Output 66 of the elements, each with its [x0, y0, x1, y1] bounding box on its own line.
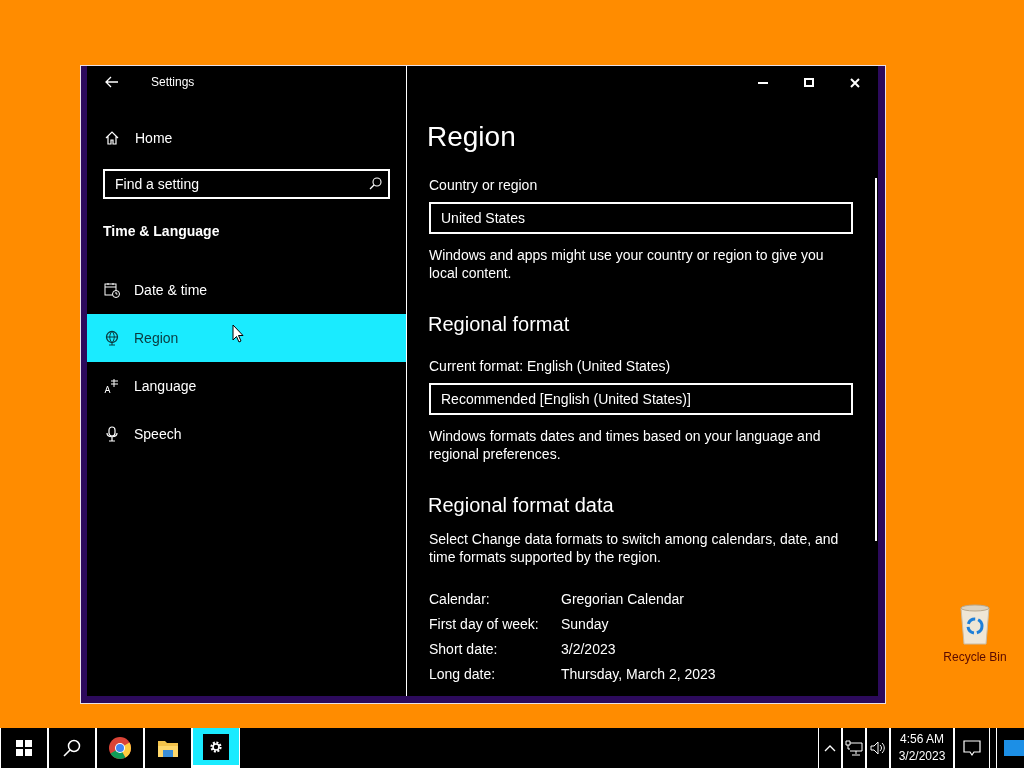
data-value: Sunday [561, 615, 610, 634]
clock-time: 4:56 AM [900, 731, 944, 748]
nav-label: Region [134, 330, 179, 346]
folder-icon [157, 738, 179, 758]
close-icon [850, 77, 860, 88]
search-icon [369, 177, 382, 190]
taskbar-button[interactable] [144, 728, 192, 768]
home-icon [105, 131, 119, 145]
data-label: First day of week: [429, 615, 540, 634]
data-value: Gregorian Calendar [561, 590, 685, 609]
dropdown[interactable]: United States [429, 202, 853, 234]
data-value: 3/2/2023 [561, 640, 617, 659]
field-label: Country or region [429, 176, 538, 195]
scrollbar-thumb[interactable] [875, 178, 877, 541]
section-heading: Regional format data [428, 493, 614, 518]
data-value: Thursday, March 2, 2023 [561, 665, 716, 684]
data-label: Short date: [429, 640, 499, 659]
section-heading: Time & Language [102, 222, 221, 241]
nav-label: Speech [134, 426, 182, 442]
speaker-icon [870, 741, 886, 755]
description-text: Select Change data formats to switch among calendars, date, and time formats supported by the region. [429, 530, 840, 566]
taskbar-button[interactable] [96, 728, 144, 768]
volume-button[interactable] [866, 728, 890, 768]
notifications-button[interactable] [954, 728, 990, 768]
network-icon [845, 740, 863, 756]
mouse-cursor-icon [232, 324, 244, 343]
taskbar-button[interactable] [0, 728, 48, 768]
page-title: Region [427, 120, 516, 154]
dropdown[interactable]: Recommended [English (United States)] [429, 383, 853, 415]
nav-label: Language [134, 378, 197, 394]
windows-logo-icon [16, 740, 32, 756]
data-label: Calendar: [429, 590, 491, 609]
show-desktop-button[interactable] [996, 728, 1024, 768]
field-label: Current format: English (United States) [429, 357, 671, 376]
taskbar-button[interactable] [192, 728, 240, 768]
home-label: Home [135, 130, 173, 146]
search-field[interactable]: Find a setting [103, 169, 390, 199]
chrome-icon [108, 736, 132, 760]
show-hidden-icons-button[interactable] [818, 728, 842, 768]
chevron-up-icon [824, 744, 836, 752]
nav-label: Date & time [134, 282, 208, 298]
clock-button[interactable]: 4:56 AM 3/2/2023 [890, 728, 954, 768]
monitor-icon [1004, 740, 1024, 756]
window-title: Settings [151, 75, 195, 89]
description-text: Windows formats dates and times based on your language and regional preferences. [429, 427, 822, 463]
desktop-icon-label[interactable]: Recycle Bin [943, 650, 1007, 664]
section-heading: Regional format [428, 312, 570, 337]
data-label: Long date: [429, 665, 497, 684]
nav-item[interactable]: Speech [87, 410, 406, 458]
globe-icon [104, 330, 120, 346]
taskbar-button[interactable] [48, 728, 96, 768]
nav-item[interactable]: Language [87, 362, 406, 410]
clock-date: 3/2/2023 [898, 748, 946, 765]
network-button[interactable] [842, 728, 866, 768]
maximize-icon [804, 77, 814, 88]
back-arrow-icon [105, 76, 119, 88]
character-icon [104, 378, 120, 394]
microphone-icon [104, 426, 120, 442]
gear-icon [209, 739, 223, 754]
calendar-clock-icon [104, 282, 120, 298]
home-link[interactable]: Home [87, 114, 406, 162]
nav-item[interactable]: Date & time [87, 266, 406, 314]
nav-item[interactable]: Region [87, 314, 406, 362]
description-text: Windows and apps might use your country or region to give you local content. [429, 246, 825, 282]
search-icon [63, 739, 81, 757]
speech-bubble-icon [963, 739, 981, 757]
